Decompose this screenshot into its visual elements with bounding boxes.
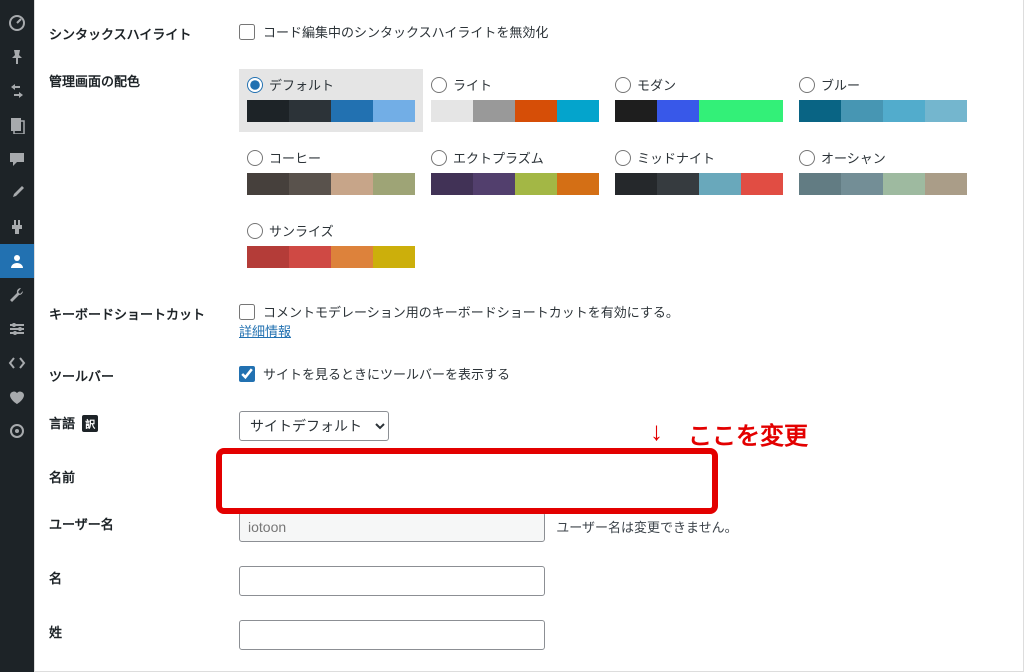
language-select[interactable]: サイトデフォルト xyxy=(239,411,389,441)
color-scheme-radio[interactable] xyxy=(615,150,631,166)
color-scheme-option[interactable]: サンライズ xyxy=(239,215,423,278)
color-swatches xyxy=(247,100,415,122)
color-scheme-radio[interactable] xyxy=(431,77,447,93)
color-scheme-option[interactable]: ライト xyxy=(423,69,607,132)
shortcut-more-link[interactable]: 詳細情報 xyxy=(239,325,291,340)
target-icon xyxy=(8,422,26,440)
nav-arrows[interactable] xyxy=(0,74,34,108)
color-swatches xyxy=(431,173,599,195)
nav-dashboard[interactable] xyxy=(0,6,34,40)
nav-plugins[interactable] xyxy=(0,210,34,244)
color-scheme-option[interactable]: ブルー xyxy=(791,69,975,132)
color-scheme-name: オーシャン xyxy=(821,148,886,167)
color-swatches xyxy=(247,246,415,268)
nav-tools[interactable] xyxy=(0,278,34,312)
color-scheme-option[interactable]: モダン xyxy=(607,69,791,132)
color-swatches xyxy=(615,173,783,195)
name-section-heading: 名前 xyxy=(49,453,1003,500)
plugins-icon xyxy=(8,218,26,236)
color-scheme-name: エクトプラズム xyxy=(453,148,544,167)
language-label: 言語 訳 xyxy=(49,399,239,453)
color-scheme-radio[interactable] xyxy=(799,77,815,93)
toolbar-check[interactable]: サイトを見るときにツールバーを表示する xyxy=(239,364,1003,383)
username-input xyxy=(239,512,545,542)
color-swatches xyxy=(799,173,967,195)
nav-heart[interactable] xyxy=(0,380,34,414)
shortcut-checkbox[interactable] xyxy=(239,304,255,320)
color-scheme-name: ブルー xyxy=(821,75,860,94)
firstname-input[interactable] xyxy=(239,566,545,596)
heart-icon xyxy=(8,388,26,406)
username-label: ユーザー名 xyxy=(49,500,239,554)
syntax-highlight-check[interactable]: コード編集中のシンタックスハイライトを無効化 xyxy=(239,22,1003,41)
code-icon xyxy=(8,354,26,372)
firstname-label: 名 xyxy=(49,554,239,608)
color-scheme-radio[interactable] xyxy=(247,223,263,239)
nickname-label: ニックネーム (必須) xyxy=(49,662,239,672)
syntax-highlight-check-text: コード編集中のシンタックスハイライトを無効化 xyxy=(263,22,548,41)
color-scheme-name: サンライズ xyxy=(269,221,334,240)
brush-icon xyxy=(8,184,26,202)
syntax-highlight-checkbox[interactable] xyxy=(239,24,255,40)
shortcut-label: キーボードショートカット xyxy=(49,290,239,352)
tools-icon xyxy=(8,286,26,304)
color-scheme-radio[interactable] xyxy=(615,77,631,93)
toolbar-check-text: サイトを見るときにツールバーを表示する xyxy=(263,364,510,383)
translate-icon: 訳 xyxy=(82,415,98,432)
color-swatches xyxy=(247,173,415,195)
toolbar-label: ツールバー xyxy=(49,352,239,399)
pin-icon xyxy=(8,48,26,66)
nav-users[interactable] xyxy=(0,244,34,278)
shortcut-check-text: コメントモデレーション用のキーボードショートカットを有効にする。 xyxy=(263,302,679,321)
color-scheme-grid: デフォルト ライト モダン ブルーコーヒー エクトプラズム ミッドナイト オーシャンサンライ… xyxy=(239,69,1003,278)
nav-pin[interactable] xyxy=(0,40,34,74)
color-scheme-option[interactable]: デフォルト xyxy=(239,69,423,132)
dashboard-icon xyxy=(8,14,26,32)
color-swatches xyxy=(431,100,599,122)
toolbar-checkbox[interactable] xyxy=(239,366,255,382)
settings-icon xyxy=(8,320,26,338)
color-scheme-radio[interactable] xyxy=(247,77,263,93)
color-scheme-option[interactable]: オーシャン xyxy=(791,142,975,205)
color-scheme-option[interactable]: エクトプラズム xyxy=(423,142,607,205)
arrows-icon xyxy=(8,82,26,100)
language-label-text: 言語 xyxy=(49,417,75,432)
syntax-highlight-label: シンタックスハイライト xyxy=(49,10,239,57)
color-swatches xyxy=(615,100,783,122)
color-scheme-label: 管理画面の配色 xyxy=(49,57,239,290)
color-scheme-name: モダン xyxy=(637,75,676,94)
color-scheme-option[interactable]: ミッドナイト xyxy=(607,142,791,205)
color-scheme-name: デフォルト xyxy=(269,75,334,94)
lastname-input[interactable] xyxy=(239,620,545,650)
color-scheme-name: ミッドナイト xyxy=(637,148,715,167)
color-swatches xyxy=(799,100,967,122)
users-icon xyxy=(8,252,26,270)
color-scheme-name: ライト xyxy=(453,75,492,94)
color-scheme-radio[interactable] xyxy=(799,150,815,166)
pages-icon xyxy=(8,116,26,134)
username-desc: ユーザー名は変更できません。 xyxy=(556,521,737,536)
nav-target[interactable] xyxy=(0,414,34,448)
nav-code[interactable] xyxy=(0,346,34,380)
color-scheme-option[interactable]: コーヒー xyxy=(239,142,423,205)
shortcut-check[interactable]: コメントモデレーション用のキーボードショートカットを有効にする。 xyxy=(239,302,1003,321)
nav-pages[interactable] xyxy=(0,108,34,142)
profile-form: シンタックスハイライト コード編集中のシンタックスハイライトを無効化 管理画面の… xyxy=(34,0,1024,672)
admin-sidebar xyxy=(0,0,34,672)
nav-comments[interactable] xyxy=(0,142,34,176)
lastname-label: 姓 xyxy=(49,608,239,662)
nav-settings[interactable] xyxy=(0,312,34,346)
comments-icon xyxy=(8,150,26,168)
nav-brush[interactable] xyxy=(0,176,34,210)
color-scheme-radio[interactable] xyxy=(247,150,263,166)
color-scheme-name: コーヒー xyxy=(269,148,321,167)
color-scheme-radio[interactable] xyxy=(431,150,447,166)
